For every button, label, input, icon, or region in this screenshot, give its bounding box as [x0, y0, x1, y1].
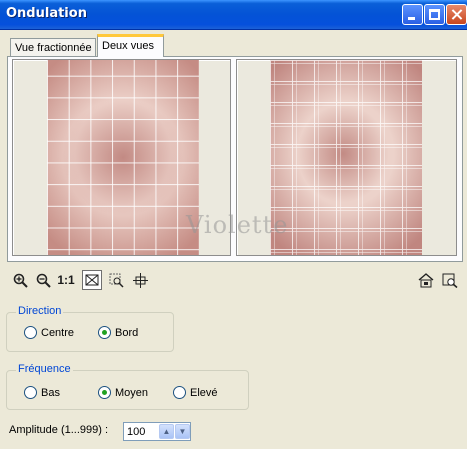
fit-window-icon — [85, 274, 99, 286]
chevron-down-icon: ▼ — [178, 427, 187, 436]
radio-centre-circle[interactable] — [24, 326, 37, 339]
title-bar[interactable]: Ondulation — [0, 0, 467, 30]
radio-centre-label: Centre — [41, 326, 75, 339]
minimize-icon — [408, 17, 415, 20]
tab-vue-fractionnee[interactable]: Vue fractionnée — [10, 38, 96, 56]
preview-after-image — [270, 60, 422, 255]
chevron-up-icon: ▲ — [162, 427, 171, 436]
fit-window-button[interactable] — [82, 270, 102, 290]
radio-bord-circle[interactable] — [98, 326, 111, 339]
direction-legend: Direction — [16, 305, 64, 317]
radio-eleve-circle[interactable] — [173, 386, 186, 399]
radio-bas-label: Bas — [41, 386, 60, 399]
frequence-legend: Fréquence — [16, 363, 73, 375]
amplitude-spinner[interactable]: ▲ ▼ — [123, 422, 191, 441]
maximize-button[interactable] — [424, 4, 445, 25]
navigator-button[interactable] — [416, 270, 436, 290]
amplitude-decrement-button[interactable]: ▼ — [175, 424, 190, 439]
preview-zoom-button[interactable] — [440, 270, 460, 290]
radio-bas[interactable]: Bas — [24, 386, 60, 399]
preview-before-image — [47, 60, 199, 255]
actual-size-button[interactable]: 1:1 — [56, 270, 76, 290]
window-title: Ondulation — [6, 6, 87, 21]
minimize-button[interactable] — [402, 4, 423, 25]
zoom-in-button[interactable] — [10, 270, 30, 290]
radio-moyen-circle[interactable] — [98, 386, 111, 399]
navigator-icon — [418, 272, 434, 287]
radio-moyen-label: Moyen — [115, 386, 149, 399]
tab-deux-vues[interactable]: Deux vues — [97, 34, 164, 57]
maximize-icon — [429, 9, 440, 20]
zoom-box-button[interactable] — [106, 270, 126, 290]
radio-bas-circle[interactable] — [24, 386, 37, 399]
watermark: Violette — [186, 211, 289, 239]
radio-moyen[interactable]: Moyen — [98, 386, 148, 399]
amplitude-increment-button[interactable]: ▲ — [159, 424, 174, 439]
pan-button[interactable] — [130, 270, 150, 290]
zoom-out-icon — [36, 273, 51, 288]
amplitude-label: Amplitude (1...999) : — [9, 424, 109, 436]
zoom-box-icon — [109, 273, 124, 288]
zoom-in-icon — [13, 273, 28, 288]
radio-bord[interactable]: Bord — [98, 326, 138, 339]
radio-bord-label: Bord — [115, 326, 139, 339]
radio-centre[interactable]: Centre — [24, 326, 74, 339]
preview-zoom-icon — [442, 273, 458, 288]
pan-icon — [132, 272, 148, 288]
radio-eleve-label: Elevé — [190, 386, 218, 399]
close-button[interactable] — [446, 4, 467, 25]
radio-eleve[interactable]: Elevé — [173, 386, 218, 399]
zoom-out-button[interactable] — [33, 270, 53, 290]
